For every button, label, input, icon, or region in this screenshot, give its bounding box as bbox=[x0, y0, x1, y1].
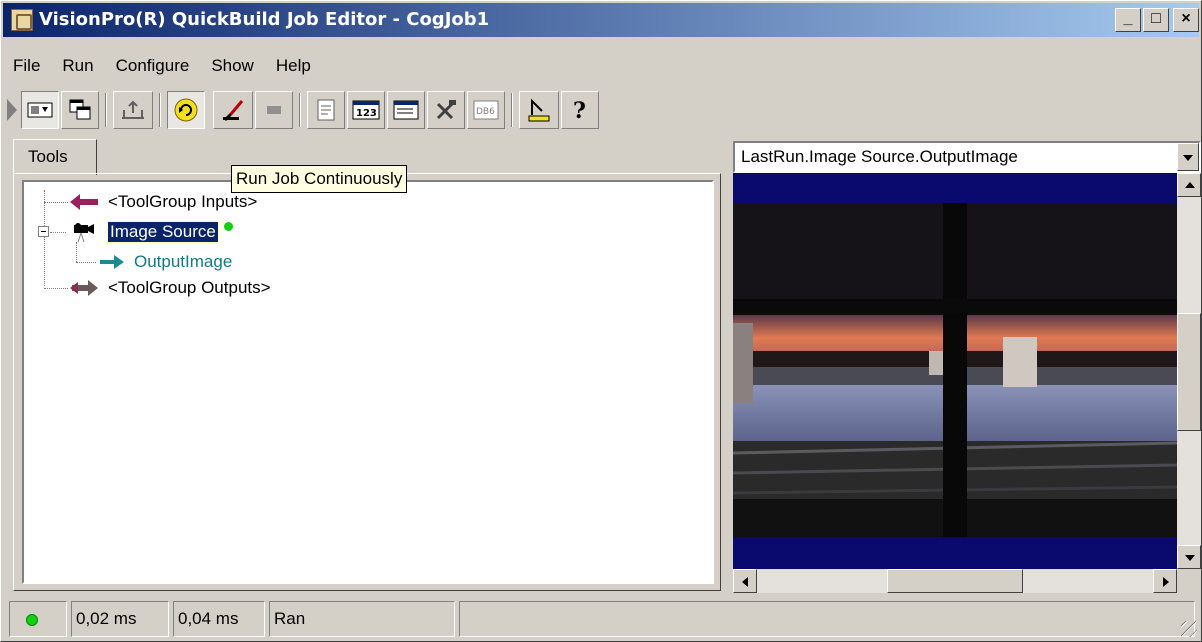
tree-item-label: Image Source bbox=[107, 221, 219, 243]
tree-item-toolgroup-inputs[interactable]: <ToolGroup Inputs> bbox=[68, 190, 257, 214]
vertical-scrollbar[interactable] bbox=[1177, 173, 1201, 569]
image-selector-value: LastRun.Image Source.OutputImage bbox=[741, 147, 1018, 166]
scroll-left-button[interactable] bbox=[733, 569, 757, 593]
app-icon[interactable] bbox=[11, 9, 33, 31]
resize-grip[interactable] bbox=[1181, 621, 1197, 637]
arrow-down-icon bbox=[1185, 555, 1195, 561]
status-led-icon bbox=[26, 614, 38, 626]
input-arrow-icon bbox=[68, 192, 102, 212]
run-continuous-icon[interactable] bbox=[167, 91, 205, 129]
svg-text:DB6: DB6 bbox=[476, 107, 495, 117]
menu-run[interactable]: Run bbox=[51, 51, 104, 81]
dropdown-arrow-button[interactable] bbox=[1177, 143, 1199, 171]
scroll-up-button[interactable] bbox=[1177, 173, 1201, 197]
status-text: Ran bbox=[269, 601, 455, 637]
help-icon[interactable]: ? bbox=[561, 91, 599, 129]
tools-icon[interactable] bbox=[427, 91, 465, 129]
horizontal-scroll-thumb[interactable] bbox=[887, 569, 1023, 593]
close-button[interactable]: × bbox=[1173, 8, 1199, 32]
svg-text:?: ? bbox=[573, 98, 586, 123]
maximize-button[interactable]: □ bbox=[1143, 8, 1169, 32]
menu-configure[interactable]: Configure bbox=[105, 51, 201, 81]
tool-tree[interactable]: <ToolGroup Inputs> Image Source OutputIm… bbox=[22, 180, 714, 584]
run-once-icon[interactable] bbox=[5, 91, 19, 129]
toolbar-separator bbox=[159, 93, 161, 127]
menu-bar: File Run Configure Show Help bbox=[3, 51, 322, 81]
scroll-right-button[interactable] bbox=[1153, 569, 1177, 593]
output-arrow-icon bbox=[98, 252, 126, 272]
status-led-cell bbox=[9, 601, 67, 637]
tools-panel: <ToolGroup Inputs> Image Source OutputIm… bbox=[13, 173, 721, 591]
toolbar-separator bbox=[105, 93, 107, 127]
title-bar[interactable]: VisionPro(R) QuickBuild Job Editor - Cog… bbox=[3, 3, 1199, 37]
toolbar: 123 DB6 ? bbox=[5, 91, 705, 131]
horizontal-scrollbar[interactable] bbox=[733, 569, 1177, 593]
tree-connector bbox=[44, 202, 68, 203]
numeric-icon[interactable]: 123 bbox=[347, 91, 385, 129]
tree-item-label: OutputImage bbox=[134, 252, 233, 271]
tree-connector bbox=[76, 262, 96, 263]
menu-help[interactable]: Help bbox=[265, 51, 322, 81]
image-display[interactable] bbox=[733, 173, 1177, 569]
tree-item-label: <ToolGroup Outputs> bbox=[108, 278, 271, 297]
toolbar-separator bbox=[299, 93, 301, 127]
tree-connector bbox=[44, 288, 68, 289]
image-border-bottom bbox=[733, 537, 1177, 569]
minimize-button[interactable]: _ bbox=[1115, 8, 1141, 32]
import-icon[interactable] bbox=[113, 91, 153, 129]
arrow-up-icon bbox=[1185, 182, 1195, 188]
toolbar-separator bbox=[511, 93, 513, 127]
status-bar: 0,02 ms 0,04 ms Ran bbox=[5, 599, 1199, 639]
edit-icon[interactable] bbox=[213, 91, 253, 129]
database-icon[interactable]: DB6 bbox=[467, 91, 505, 129]
tab-tools[interactable]: Tools bbox=[13, 139, 97, 175]
windows-icon[interactable] bbox=[61, 91, 99, 129]
camera-image bbox=[733, 203, 1177, 537]
tree-connector bbox=[76, 242, 77, 262]
arrow-left-icon bbox=[742, 577, 748, 587]
toggle-view-icon[interactable] bbox=[21, 91, 59, 129]
tree-item-image-source[interactable]: Image Source bbox=[68, 220, 233, 244]
form-icon[interactable] bbox=[387, 91, 425, 129]
tree-connector bbox=[44, 190, 45, 286]
arrow-right-icon bbox=[1163, 577, 1169, 587]
tooltip: Run Job Continuously bbox=[231, 165, 408, 193]
status-ok-icon bbox=[223, 222, 233, 231]
app-window: VisionPro(R) QuickBuild Job Editor - Cog… bbox=[0, 0, 1202, 642]
collapse-toggle[interactable] bbox=[38, 226, 49, 237]
tree-item-toolgroup-outputs[interactable]: <ToolGroup Outputs> bbox=[68, 276, 271, 300]
stop-icon[interactable] bbox=[255, 91, 293, 129]
vertical-scroll-thumb[interactable] bbox=[1177, 313, 1201, 431]
tree-item-output-image[interactable]: OutputImage bbox=[98, 250, 232, 274]
menu-file[interactable]: File bbox=[3, 51, 51, 81]
properties-icon[interactable] bbox=[307, 91, 345, 129]
svg-text:123: 123 bbox=[356, 108, 377, 119]
output-group-arrow-icon bbox=[68, 278, 102, 298]
status-panel-empty bbox=[459, 601, 1195, 637]
window-title: VisionPro(R) QuickBuild Job Editor - Cog… bbox=[39, 9, 490, 30]
status-time-1: 0,02 ms bbox=[71, 601, 169, 637]
image-selector-dropdown[interactable]: LastRun.Image Source.OutputImage bbox=[733, 141, 1201, 173]
measure-icon[interactable] bbox=[519, 91, 559, 129]
chevron-down-icon bbox=[1183, 155, 1193, 161]
tree-connector bbox=[50, 232, 66, 233]
menu-show[interactable]: Show bbox=[200, 51, 265, 81]
camera-icon bbox=[68, 221, 102, 243]
status-time-2: 0,04 ms bbox=[173, 601, 265, 637]
tree-item-label: <ToolGroup Inputs> bbox=[108, 192, 258, 211]
scroll-down-button[interactable] bbox=[1177, 545, 1201, 569]
image-border-top bbox=[733, 173, 1177, 203]
